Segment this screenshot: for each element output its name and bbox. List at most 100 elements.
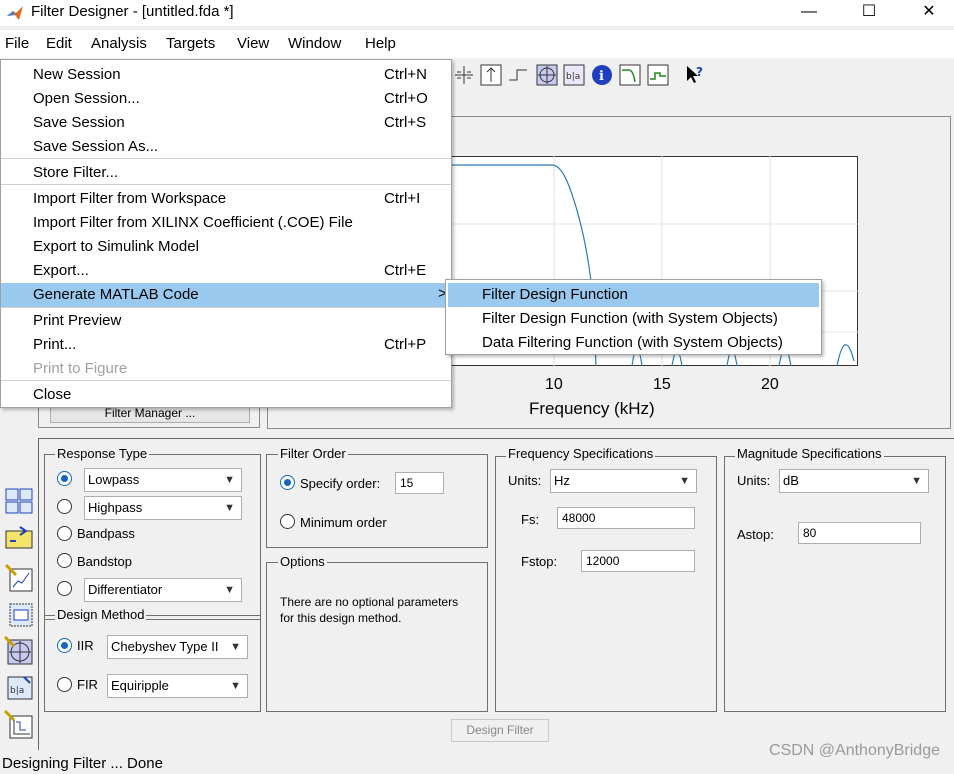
chevron-down-icon: ▼ (224, 502, 235, 514)
order-input[interactable]: 15 (395, 472, 444, 494)
frequency-specs-title: Frequency Specifications (506, 446, 656, 461)
fstop-label: Fstop: (521, 554, 558, 569)
menu-item-print[interactable]: Print... Ctrl+P (1, 333, 451, 357)
bandpass-label: Bandpass (77, 526, 135, 541)
svg-text:i: i (599, 69, 604, 84)
phase-response-icon[interactable] (647, 64, 669, 86)
pole-zero-editor-icon[interactable] (4, 636, 34, 666)
options-title: Options (278, 554, 327, 569)
menu-item-save-session[interactable]: Save Session Ctrl+S (1, 111, 451, 135)
maximize-button[interactable]: ☐ (846, 0, 892, 26)
watermark-text: CSDN @AnthonyBridge (769, 742, 940, 759)
impulse-response-icon[interactable] (507, 64, 529, 86)
submenu-item-data-filtering-function[interactable]: Data Filtering Function (with System Obj… (448, 331, 819, 355)
menu-targets[interactable]: Targets (166, 35, 215, 52)
menu-separator (1, 307, 451, 308)
chevron-down-icon: ▼ (230, 680, 241, 692)
filter-coefficients-icon[interactable]: b|a (563, 64, 585, 86)
group-delay-icon[interactable] (536, 64, 558, 86)
create-multirate-filter-icon[interactable] (4, 563, 34, 593)
options-group (266, 562, 488, 712)
menu-edit[interactable]: Edit (46, 35, 72, 52)
menu-item-save-session-as[interactable]: Save Session As... (1, 135, 451, 159)
highpass-radio[interactable] (57, 499, 72, 514)
specify-order-radio[interactable] (280, 475, 295, 490)
fstop-input[interactable]: 12000 (581, 550, 695, 572)
menu-bar: File Edit Analysis Targets View Window H… (0, 30, 954, 58)
menu-item-import-xilinx[interactable]: Import Filter from XILINX Coefficient (.… (1, 211, 451, 235)
submenu-item-filter-design-system-objects[interactable]: Filter Design Function (with System Obje… (448, 307, 819, 331)
filter-order-title: Filter Order (278, 446, 348, 461)
menu-item-print-to-figure: Print to Figure (33, 360, 128, 377)
menu-item-new-session[interactable]: New Session Ctrl+N (1, 63, 451, 87)
menu-item-print-preview[interactable]: Print Preview (1, 309, 451, 333)
menu-item-open-session[interactable]: Open Session... Ctrl+O (1, 87, 451, 111)
astop-input[interactable]: 80 (798, 522, 921, 544)
bandpass-radio[interactable] (57, 526, 72, 541)
design-method-title: Design Method (55, 607, 147, 622)
minimize-button[interactable]: — (786, 0, 832, 26)
menu-item-import-workspace[interactable]: Import Filter from Workspace Ctrl+I (1, 187, 451, 211)
svg-text:b|a: b|a (10, 686, 24, 696)
design-filter-mode-icon[interactable] (4, 486, 34, 516)
astop-label: Astop: (737, 527, 774, 542)
menu-analysis[interactable]: Analysis (91, 35, 147, 52)
design-filter-button[interactable]: Design Filter (451, 719, 549, 742)
differentiator-select[interactable]: Differentiator ▼ (84, 578, 242, 602)
fs-input[interactable]: 48000 (557, 507, 695, 529)
options-text-line1: There are no optional parameters (280, 595, 459, 609)
specify-order-label: Specify order: (300, 476, 381, 491)
fir-label: FIR (77, 677, 98, 692)
menu-item-export-simulink[interactable]: Export to Simulink Model (1, 235, 451, 259)
pole-zero-toolbar-icon[interactable] (453, 64, 475, 86)
menu-item-export[interactable]: Export... Ctrl+E (1, 259, 451, 283)
menu-view[interactable]: View (237, 35, 269, 52)
import-coefficients-icon[interactable]: b|a (4, 673, 34, 703)
highpass-select[interactable]: Highpass ▼ (84, 496, 242, 520)
lowpass-select[interactable]: Lowpass ▼ (84, 468, 242, 492)
x-tick-20: 20 (761, 376, 779, 393)
frequency-specs-group (495, 456, 717, 712)
svg-text:b|a: b|a (566, 72, 580, 82)
svg-text:?: ? (696, 65, 703, 79)
chevron-down-icon: ▼ (230, 641, 241, 653)
bandstop-radio[interactable] (57, 553, 72, 568)
iir-radio[interactable] (57, 638, 72, 653)
freq-units-label: Units: (508, 473, 542, 488)
fir-method-select[interactable]: Equiripple ▼ (107, 674, 248, 698)
magnitude-specs-group (724, 456, 946, 712)
transform-filter-icon[interactable] (4, 521, 34, 551)
chevron-down-icon: ▼ (679, 475, 690, 487)
menu-file[interactable]: File (5, 35, 29, 52)
freq-units-select[interactable]: Hz ▼ (550, 469, 697, 493)
title-bar: Filter Designer - [untitled.fda *] — ☐ ✕ (0, 0, 954, 26)
fir-radio[interactable] (57, 677, 72, 692)
differentiator-radio[interactable] (57, 581, 72, 596)
menu-item-generate-matlab-code[interactable]: Generate MATLAB Code > (1, 283, 451, 307)
info-icon[interactable]: i (591, 64, 613, 86)
menu-window[interactable]: Window (288, 35, 341, 52)
mag-units-label: Units: (737, 473, 771, 488)
iir-label: IIR (77, 638, 94, 653)
magnitude-response-icon[interactable] (619, 64, 641, 86)
bandstop-label: Bandstop (77, 554, 132, 569)
iir-method-select[interactable]: Chebyshev Type II ▼ (107, 635, 248, 659)
minimum-order-radio[interactable] (280, 514, 295, 529)
fs-label: Fs: (521, 512, 540, 527)
lowpass-radio[interactable] (57, 471, 72, 486)
whats-this-help-icon[interactable]: ? (684, 64, 706, 86)
x-axis-label: Frequency (kHz) (529, 399, 655, 418)
realize-model-icon[interactable] (4, 598, 34, 628)
generate-code-submenu: Filter Design Function Filter Design Fun… (445, 279, 822, 355)
close-button[interactable]: ✕ (906, 0, 952, 26)
step-response-icon[interactable] (480, 64, 502, 86)
menu-item-store-filter[interactable]: Store Filter... (1, 161, 451, 185)
mag-units-select[interactable]: dB ▼ (779, 469, 929, 493)
x-tick-15: 15 (653, 376, 671, 393)
menu-help[interactable]: Help (365, 35, 396, 52)
chevron-down-icon: ▼ (224, 584, 235, 596)
quantize-filter-icon[interactable] (4, 710, 34, 740)
submenu-item-filter-design-function[interactable]: Filter Design Function (448, 283, 819, 307)
response-type-title: Response Type (55, 446, 150, 461)
menu-item-close[interactable]: Close (1, 383, 451, 407)
